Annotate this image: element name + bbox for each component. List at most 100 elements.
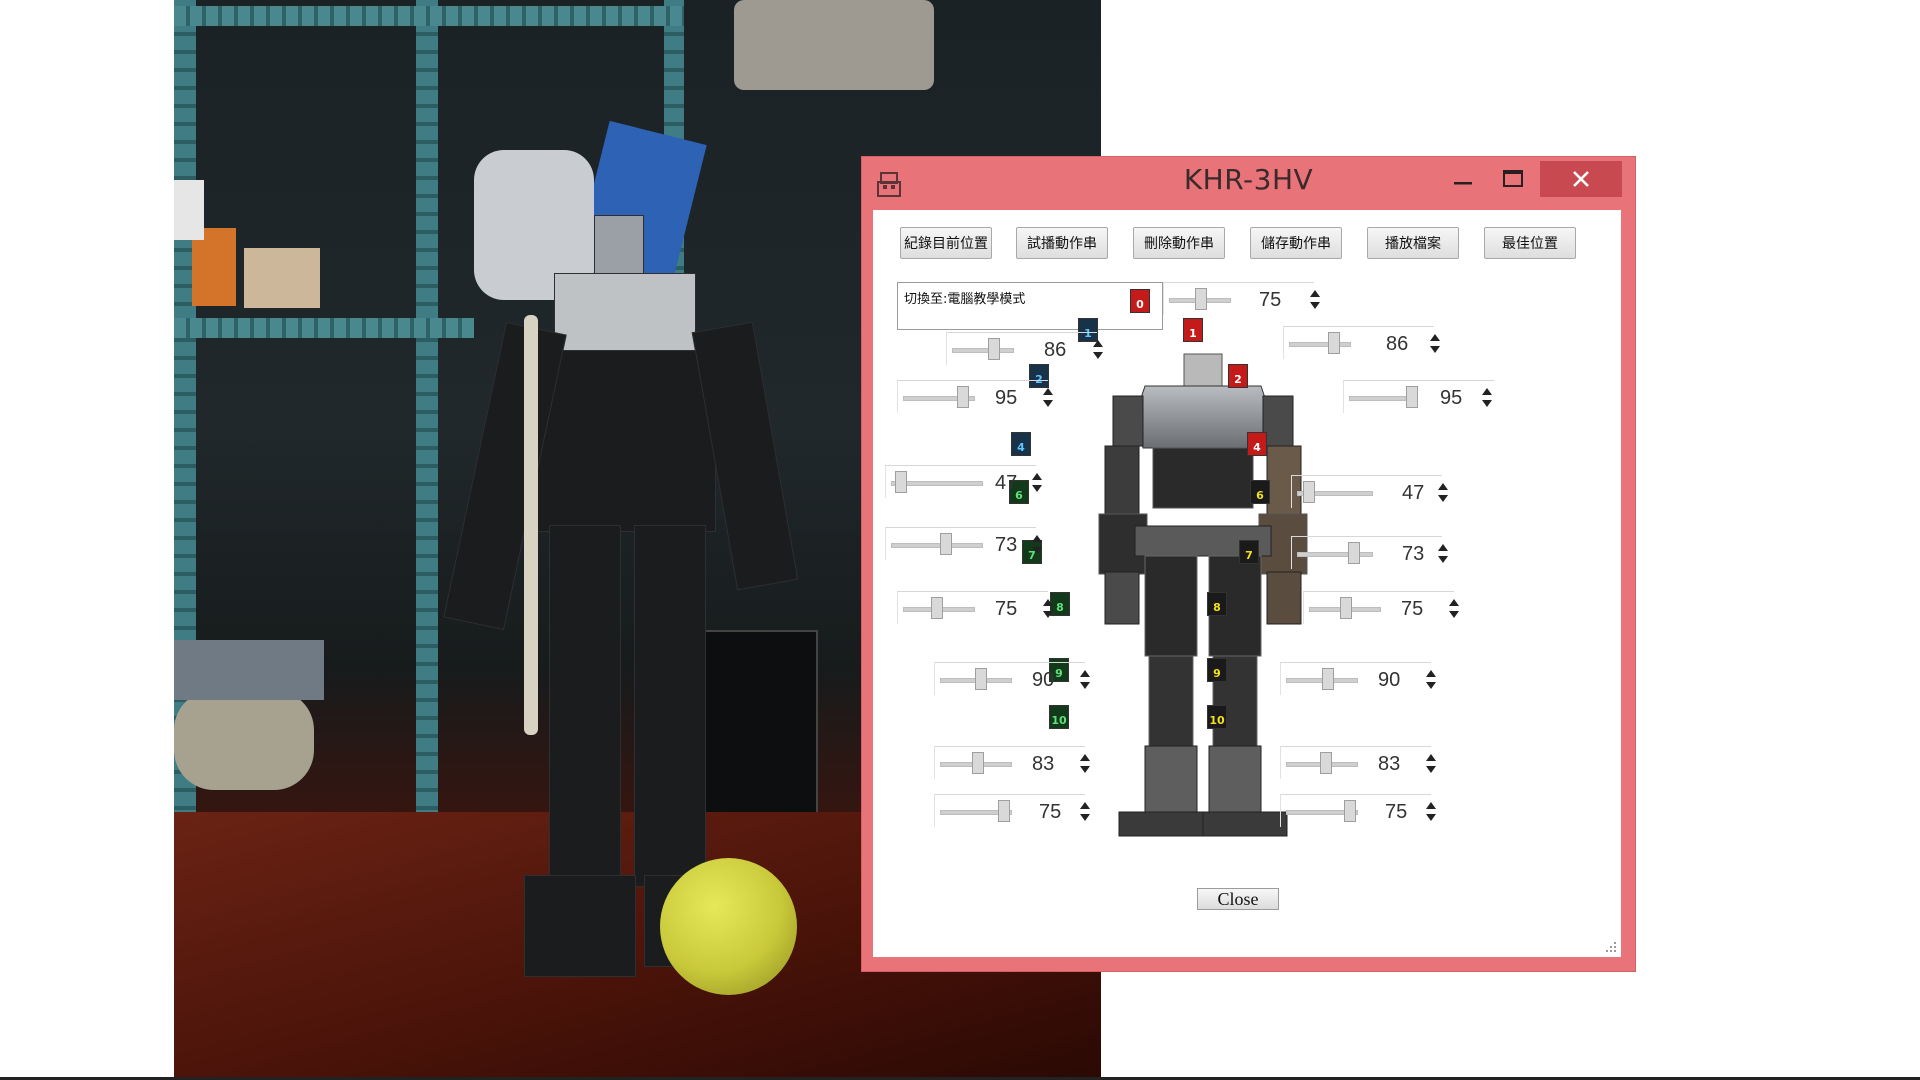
servo-value[interactable]: 90 (1032, 668, 1068, 692)
spin-down-icon[interactable] (1080, 814, 1090, 821)
servo-control-7-right[interactable]: 75 (1303, 591, 1463, 625)
servo-value[interactable]: 75 (1039, 800, 1075, 824)
spin-down-icon[interactable] (1430, 346, 1440, 353)
slider-track[interactable] (1349, 396, 1411, 401)
spin-down-icon[interactable] (1080, 682, 1090, 689)
spinner-arrows[interactable] (1079, 669, 1091, 691)
title-bar[interactable]: KHR-3HV (862, 157, 1635, 205)
servo-control-10-left[interactable]: 75 (934, 794, 1094, 828)
servo-control-4-right[interactable]: 47 (1291, 475, 1451, 509)
servo-value[interactable]: 75 (1259, 288, 1295, 312)
minimize-button[interactable] (1440, 161, 1486, 197)
servo-value[interactable]: 73 (995, 533, 1031, 557)
delete-sequence-button[interactable]: 刪除動作串 (1133, 227, 1225, 259)
slider-track[interactable] (952, 348, 1014, 353)
slider-track[interactable] (891, 543, 983, 548)
spin-up-icon[interactable] (1482, 388, 1492, 395)
test-play-sequence-button[interactable]: 試播動作串 (1016, 227, 1108, 259)
spin-up-icon[interactable] (1430, 334, 1440, 341)
close-button[interactable]: Close (1197, 888, 1279, 910)
slider-thumb[interactable] (957, 386, 969, 408)
servo-value[interactable]: 47 (995, 471, 1031, 495)
servo-value[interactable]: 75 (1385, 800, 1421, 824)
spin-down-icon[interactable] (1482, 400, 1492, 407)
servo-control-2-left[interactable]: 95 (897, 380, 1057, 414)
spin-up-icon[interactable] (1093, 340, 1103, 347)
spin-down-icon[interactable] (1449, 611, 1459, 618)
spin-up-icon[interactable] (1426, 670, 1436, 677)
spinner-arrows[interactable] (1042, 598, 1054, 620)
spin-up-icon[interactable] (1438, 483, 1448, 490)
servo-control-9-right[interactable]: 83 (1280, 746, 1440, 780)
spinner-arrows[interactable] (1092, 339, 1104, 361)
slider-thumb[interactable] (1406, 386, 1418, 408)
slider-thumb[interactable] (1303, 481, 1315, 503)
servo-value[interactable]: 83 (1032, 752, 1068, 776)
spin-up-icon[interactable] (1032, 473, 1042, 480)
slider-thumb[interactable] (1340, 597, 1352, 619)
servo-control-10-right[interactable]: 75 (1280, 794, 1440, 828)
record-position-button[interactable]: 紀錄目前位置 (900, 227, 992, 259)
slider-track[interactable] (1289, 342, 1351, 347)
spin-down-icon[interactable] (1310, 302, 1320, 309)
spin-down-icon[interactable] (1043, 400, 1053, 407)
servo-control-1-left[interactable]: 86 (946, 332, 1106, 366)
spin-up-icon[interactable] (1438, 544, 1448, 551)
slider-thumb[interactable] (895, 471, 907, 493)
spinner-arrows[interactable] (1042, 387, 1054, 409)
slider-thumb[interactable] (972, 752, 984, 774)
slider-thumb[interactable] (998, 800, 1010, 822)
servo-value[interactable]: 75 (995, 597, 1031, 621)
status-textbox[interactable]: 切換至:電腦教學模式 (897, 282, 1163, 330)
spin-down-icon[interactable] (1438, 556, 1448, 563)
servo-control-1-right[interactable]: 86 (1283, 326, 1443, 360)
spin-up-icon[interactable] (1080, 802, 1090, 809)
servo-value[interactable]: 75 (1401, 597, 1437, 621)
save-sequence-button[interactable]: 儲存動作串 (1250, 227, 1342, 259)
servo-value[interactable]: 73 (1402, 542, 1438, 566)
spin-down-icon[interactable] (1438, 495, 1448, 502)
spin-down-icon[interactable] (1043, 611, 1053, 618)
slider-thumb[interactable] (1328, 332, 1340, 354)
servo-control-8-right[interactable]: 90 (1280, 662, 1440, 696)
spin-up-icon[interactable] (1080, 670, 1090, 677)
servo-control-8-left[interactable]: 90 (934, 662, 1094, 696)
servo-value[interactable]: 95 (995, 386, 1031, 410)
servo-control-6-right[interactable]: 73 (1291, 536, 1451, 570)
servo-control-9-left[interactable]: 83 (934, 746, 1094, 780)
servo-control-4-left[interactable]: 47 (885, 465, 1045, 499)
spinner-arrows[interactable] (1425, 669, 1437, 691)
slider-thumb[interactable] (975, 668, 987, 690)
spin-down-icon[interactable] (1426, 814, 1436, 821)
slider-track[interactable] (1297, 552, 1373, 557)
spin-up-icon[interactable] (1080, 754, 1090, 761)
servo-value[interactable]: 90 (1378, 668, 1414, 692)
servo-control-6-left[interactable]: 73 (885, 527, 1045, 561)
spinner-arrows[interactable] (1429, 333, 1441, 355)
slider-thumb[interactable] (1344, 800, 1356, 822)
slider-thumb[interactable] (1320, 752, 1332, 774)
spinner-arrows[interactable] (1309, 289, 1321, 311)
spin-up-icon[interactable] (1043, 388, 1053, 395)
spin-down-icon[interactable] (1426, 682, 1436, 689)
slider-thumb[interactable] (1195, 288, 1207, 310)
spinner-arrows[interactable] (1425, 753, 1437, 775)
servo-control-7-left[interactable]: 75 (897, 591, 1057, 625)
spinner-arrows[interactable] (1437, 543, 1449, 565)
spinner-arrows[interactable] (1448, 598, 1460, 620)
servo-value[interactable]: 86 (1044, 338, 1080, 362)
resize-grip-icon[interactable] (1605, 941, 1617, 953)
slider-thumb[interactable] (1322, 668, 1334, 690)
spin-up-icon[interactable] (1310, 290, 1320, 297)
spin-down-icon[interactable] (1032, 547, 1042, 554)
spin-up-icon[interactable] (1043, 599, 1053, 606)
servo-value[interactable]: 95 (1440, 386, 1476, 410)
spin-down-icon[interactable] (1080, 766, 1090, 773)
spin-down-icon[interactable] (1032, 485, 1042, 492)
slider-thumb[interactable] (988, 338, 1000, 360)
best-position-button[interactable]: 最佳位置 (1484, 227, 1576, 259)
spinner-arrows[interactable] (1031, 534, 1043, 556)
play-file-button[interactable]: 播放檔案 (1367, 227, 1459, 259)
spin-down-icon[interactable] (1426, 766, 1436, 773)
maximize-button[interactable] (1490, 161, 1536, 197)
